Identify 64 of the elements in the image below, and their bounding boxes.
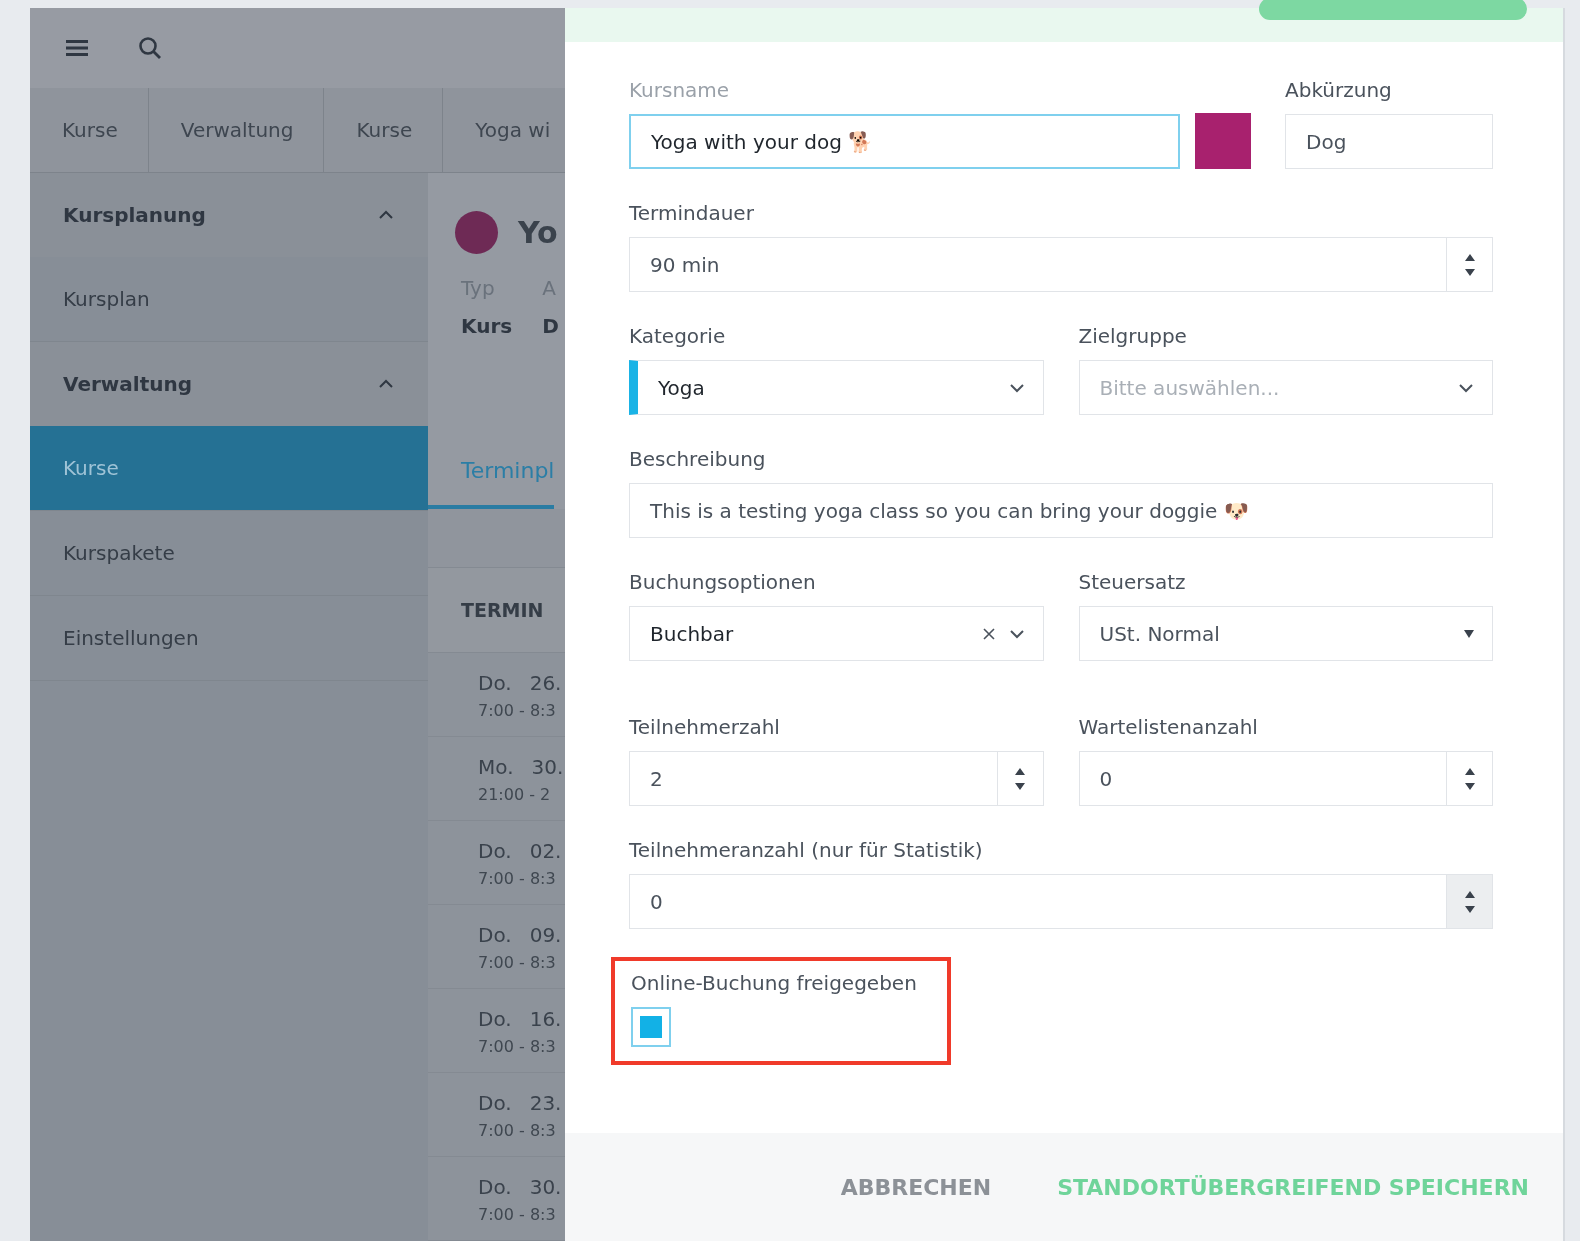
sidebar-item[interactable]: Kurse [30, 426, 428, 511]
breadcrumb-link[interactable]: Kurse [324, 88, 444, 172]
category-select[interactable]: Yoga [629, 360, 1044, 415]
clear-icon[interactable] [982, 627, 995, 640]
dropdown-arrow-icon [1464, 629, 1474, 638]
field-label: Beschreibung [629, 447, 767, 471]
tax-select[interactable]: USt. Normal [1078, 606, 1493, 661]
field-label: Termindauer [629, 201, 755, 225]
abbreviation-field[interactable]: Dog [1285, 114, 1493, 169]
chevron-icon [1008, 628, 1025, 639]
field-label: Steuersatz [1078, 570, 1187, 594]
appointment-day: Mo. [478, 755, 514, 779]
appointment-date: 02. [529, 839, 562, 863]
field-label: Teilnehmerzahl [629, 715, 781, 739]
appointment-day: Do. [478, 1091, 512, 1115]
appointment-time: 7:00 - 8:3 [478, 869, 557, 888]
field-label: Kategorie [629, 324, 727, 348]
audience-select[interactable]: Bitte auswählen... [1078, 360, 1493, 415]
course-title: Yo [518, 215, 558, 250]
appointment-date: 23. [529, 1091, 562, 1115]
color-swatch[interactable] [1195, 113, 1251, 169]
chevron-icon [1008, 382, 1025, 393]
description-field[interactable]: This is a testing yoga class so you can bring your doggie 🐶 [629, 483, 1493, 538]
cancel-button[interactable]: ABBRECHEN [840, 1170, 992, 1204]
appointment-day: Do. [478, 671, 512, 695]
duration-field[interactable]: 90 min [629, 237, 1493, 292]
appointment-time: 7:00 - 8:3 [478, 1205, 557, 1224]
course-name-field[interactable]: Yoga with your dog 🐕 [629, 114, 1180, 169]
field-label: Wartelistenanzahl [1078, 715, 1259, 739]
appointment-time: 7:00 - 8:3 [478, 953, 557, 972]
meta-value: Kurs [461, 314, 513, 338]
waitlist-field[interactable]: 0 [1078, 751, 1493, 806]
appointment-date: 26. [529, 671, 562, 695]
participants-field[interactable]: 2 [629, 751, 1044, 806]
appointment-date: 30. [531, 755, 564, 779]
menu-icon[interactable] [66, 39, 88, 57]
checkbox[interactable] [631, 1007, 671, 1047]
search-icon[interactable] [138, 36, 162, 60]
field-label: Zielgruppe [1078, 324, 1188, 348]
chevron-icon [378, 210, 394, 220]
field-label: Buchungsoptionen [629, 570, 817, 594]
breadcrumb-link[interactable]: Verwaltung [148, 88, 325, 172]
appointment-day: Do. [478, 923, 512, 947]
appointment-date: 16. [529, 1007, 562, 1031]
appointment-time: 7:00 - 8:3 [478, 701, 557, 720]
appointment-time: 7:00 - 8:3 [478, 1121, 557, 1140]
field-label: Teilnehmeranzahl (nur für Statistik) [629, 838, 984, 862]
field-label: Online-Buchung freigegeben [631, 971, 917, 995]
meta-value: D [542, 314, 559, 338]
chevron-icon [1458, 382, 1474, 393]
appointment-day: Do. [478, 839, 512, 863]
breadcrumb-link[interactable]: Kurse [30, 88, 149, 172]
appointment-day: Do. [478, 1007, 512, 1031]
field-label: Kursname [629, 78, 731, 102]
appointment-time: 21:00 - 2 [478, 785, 552, 804]
appointment-date: 09. [529, 923, 562, 947]
statistics-field[interactable]: 0 [629, 874, 1493, 929]
appointment-time: 7:00 - 8:3 [478, 1037, 557, 1056]
field-label: Abkürzung [1285, 78, 1393, 102]
booking-select[interactable]: Buchbar [629, 606, 1044, 661]
appointment-day: Do. [478, 1175, 512, 1199]
appointment-date: 30. [529, 1175, 562, 1199]
chevron-icon [378, 379, 394, 389]
column-header: TERMIN [461, 599, 544, 621]
